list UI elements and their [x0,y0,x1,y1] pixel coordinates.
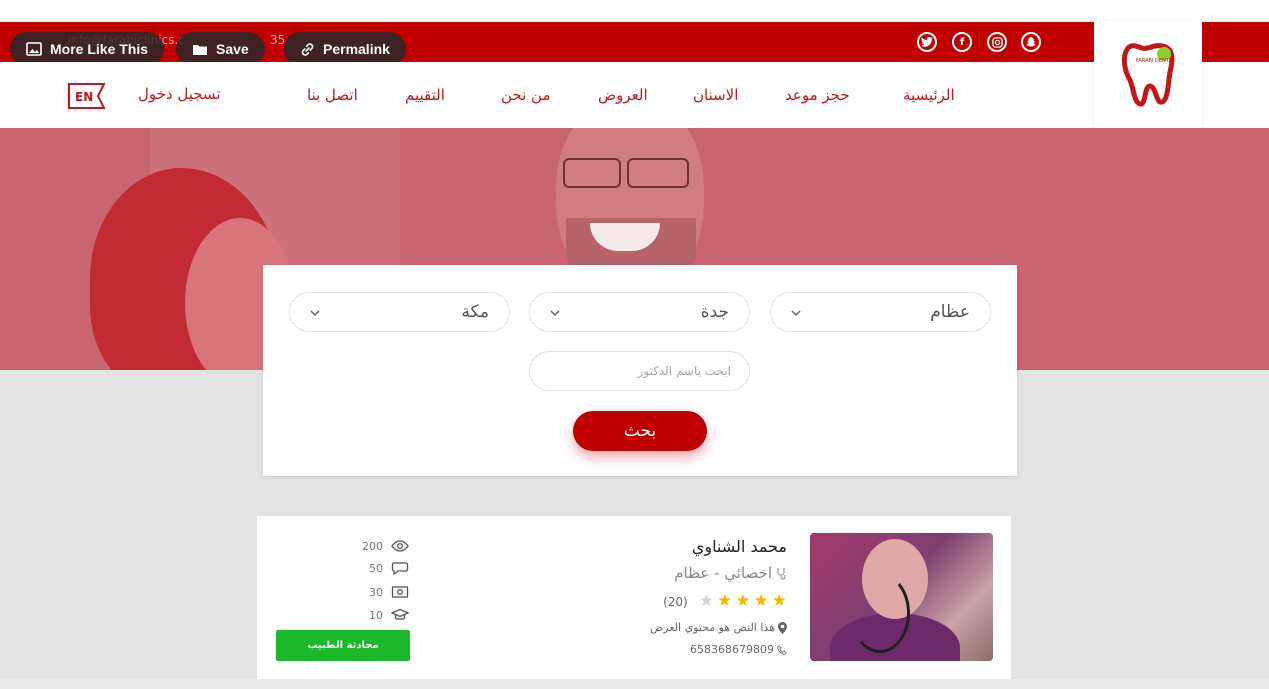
star-icon: ★ [771,591,787,611]
more-like-this-label: More Like This [50,41,149,57]
doctor-specialty: اخصائي - عظام [674,564,787,582]
nav-item-offers[interactable]: العروض [598,86,648,104]
snapchat-icon[interactable] [1021,32,1041,52]
nav-item-home[interactable]: الرئيسية [903,86,955,104]
comment-icon [391,562,409,575]
image-icon [26,42,42,56]
doctor-phone-text: 658368679809 [690,643,774,656]
contact-phone[interactable]: 35 [270,33,285,47]
save-button[interactable]: Save [176,32,265,66]
doctor-rating: (20) ★ ★ ★ ★ ★ [663,593,787,610]
specialty-value: عظام [930,302,970,322]
language-label: EN [75,90,93,104]
doctor-card[interactable]: محمد الشناوي اخصائي - عظام (20) ★ ★ ★ ★ … [257,516,1011,679]
twitter-icon[interactable] [917,32,937,52]
views-stat: 200 [361,539,409,553]
logo-text: FARABI DENTAL [1136,58,1175,64]
review-count: (20) [663,594,688,609]
doctor-name-search-input[interactable] [529,351,750,391]
star-icon: ★ [717,591,733,611]
link-icon [301,42,314,56]
facebook-icon[interactable]: f [952,32,972,52]
comments-count: 50 [369,561,383,575]
permalink-button[interactable]: Permalink [284,32,406,66]
chat-with-doctor-button[interactable]: محادثة الطبيب [276,630,410,661]
doctor-address-text: هذا النص هو محتوي العرض [650,621,775,634]
location-pin-icon [778,621,787,634]
nav-item-contact[interactable]: اتصل بنا [307,86,358,104]
star-icon: ★ [753,591,769,611]
price-stat: 30 [361,585,409,599]
doctor-specialty-text: اخصائي - عظام [674,564,772,582]
star-icon: ★ [735,591,751,611]
eye-icon [391,540,409,552]
graduation-cap-icon [391,608,409,620]
tooth-logo-icon: FARABI DENTAL [1121,43,1175,107]
nav-item-rating[interactable]: التقييم [405,86,445,104]
star-icon: ★ [698,591,714,611]
doctor-photo[interactable] [810,533,993,661]
experience-stat: 10 [361,608,409,622]
chevron-down-icon [310,310,320,317]
chevron-down-icon [550,310,560,317]
experience-years: 10 [369,608,383,622]
save-label: Save [216,41,249,57]
money-icon [391,586,409,598]
permalink-label: Permalink [323,41,390,57]
comments-stat: 50 [361,561,409,575]
instagram-icon[interactable] [987,32,1007,52]
folder-icon [193,44,207,55]
price-value: 30 [369,585,383,599]
nav-item-about[interactable]: من نحن [501,86,551,104]
region-select[interactable]: مكة [289,292,510,332]
city-value: جدة [700,302,729,322]
doctor-phone[interactable]: 658368679809 [690,643,787,656]
nav-item-dentistry[interactable]: الاسنان [693,86,738,104]
chevron-down-icon [791,310,801,317]
clinic-logo[interactable]: FARABI DENTAL [1094,22,1202,128]
views-count: 200 [362,539,383,553]
top-white-strip [0,0,1269,22]
stethoscope-icon [777,567,786,580]
search-panel: عظام جدة مكة بحث [263,265,1017,476]
region-value: مكة [461,302,489,322]
nav-item-booking[interactable]: حجز موعد [785,86,850,104]
phone-icon [777,644,787,655]
doctor-address: هذا النص هو محتوي العرض [650,621,787,634]
specialty-select[interactable]: عظام [770,292,991,332]
city-select[interactable]: جدة [529,292,750,332]
doctor-name[interactable]: محمد الشناوي [692,537,787,556]
login-link[interactable]: تسجيل دخول [138,85,221,103]
search-button[interactable]: بحث [573,411,707,451]
language-switch-en[interactable]: EN [68,83,106,109]
page-bottom [0,679,1269,689]
more-like-this-button[interactable]: More Like This [10,32,165,66]
